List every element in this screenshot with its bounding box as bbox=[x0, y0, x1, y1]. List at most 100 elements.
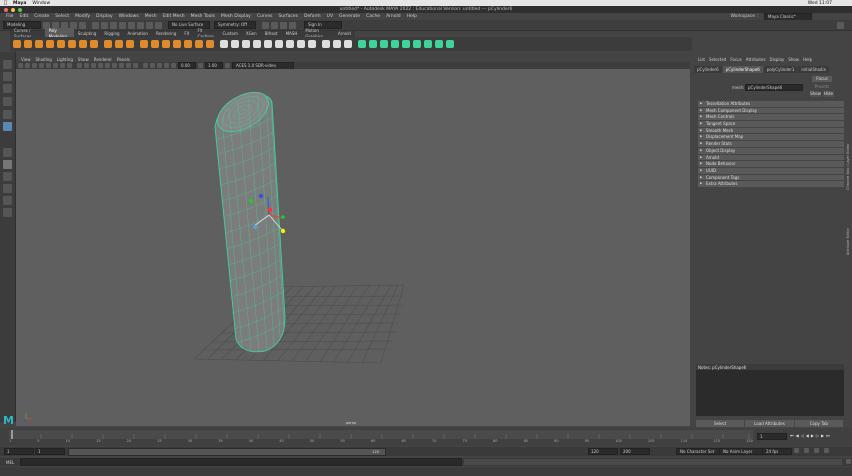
panel-menu-item[interactable]: View bbox=[21, 57, 31, 62]
character-set-dropdown[interactable]: No Character Set bbox=[676, 448, 720, 455]
film-gate-icon[interactable] bbox=[46, 63, 51, 68]
auto-key-icon[interactable] bbox=[804, 448, 809, 453]
anti-aliasing-icon[interactable] bbox=[133, 63, 138, 68]
select-button[interactable]: Select bbox=[696, 419, 745, 427]
ae-menu-item[interactable]: Help bbox=[803, 57, 812, 62]
uv-sew-icon[interactable] bbox=[424, 40, 432, 48]
menu-item[interactable]: Deform bbox=[304, 14, 321, 19]
attr-section[interactable]: Displacement Map bbox=[698, 134, 844, 141]
mel-label[interactable]: MEL bbox=[6, 460, 20, 465]
menu-item[interactable]: Edit bbox=[20, 14, 29, 19]
render-settings-icon[interactable] bbox=[280, 21, 287, 29]
multi-cut-icon[interactable] bbox=[275, 40, 283, 48]
lights-icon[interactable] bbox=[105, 63, 110, 68]
ae-menu-item[interactable]: List bbox=[698, 57, 705, 62]
select-hierarchy-icon[interactable] bbox=[92, 21, 99, 29]
notes-textarea[interactable] bbox=[696, 370, 844, 416]
camera-attributes-icon[interactable] bbox=[18, 63, 23, 68]
attr-section[interactable]: Render Stats bbox=[698, 141, 844, 147]
animation-end-field[interactable]: 200 bbox=[620, 448, 650, 455]
anim-layer-dropdown[interactable]: No Anim Layer bbox=[719, 448, 763, 455]
load-attributes-button[interactable]: Load Attributes bbox=[745, 419, 794, 427]
ambient-occlusion-icon[interactable] bbox=[119, 63, 124, 68]
attr-section[interactable]: Mesh Component Display bbox=[698, 107, 844, 114]
uv-auto-icon[interactable] bbox=[391, 40, 399, 48]
animation-start-field[interactable]: 1 bbox=[4, 448, 34, 455]
gate-mask-icon[interactable] bbox=[60, 63, 65, 68]
field-chart-icon[interactable] bbox=[67, 63, 72, 68]
image-plane-icon[interactable] bbox=[32, 63, 37, 68]
camera-bookmark-icon[interactable] bbox=[25, 63, 30, 68]
bridge-icon[interactable] bbox=[242, 40, 250, 48]
menu-item[interactable]: Mesh Display bbox=[221, 14, 251, 19]
xray-joints-icon[interactable] bbox=[157, 63, 162, 68]
step-back-frame-icon[interactable]: ◁ bbox=[801, 433, 804, 438]
super-shape-icon[interactable] bbox=[104, 40, 112, 48]
uv-cylindrical-icon[interactable] bbox=[369, 40, 377, 48]
fill-hole-icon[interactable] bbox=[253, 40, 261, 48]
current-time-marker[interactable] bbox=[11, 430, 13, 439]
play-back-icon[interactable]: ◀ bbox=[806, 433, 809, 438]
menu-item[interactable]: Mesh bbox=[145, 14, 157, 19]
poly-plane-icon[interactable] bbox=[68, 40, 76, 48]
grid-toggle-icon[interactable] bbox=[39, 63, 44, 68]
menu-item[interactable]: Curves bbox=[257, 14, 273, 19]
hide-button[interactable]: Hide bbox=[823, 91, 834, 97]
menu-item[interactable]: Help bbox=[407, 14, 417, 19]
attr-section[interactable]: Component Tags bbox=[698, 174, 844, 181]
focus-button[interactable]: Focus bbox=[812, 76, 832, 82]
node-tab[interactable]: pCylinder6 bbox=[694, 66, 722, 73]
lasso-tool-icon[interactable] bbox=[3, 72, 12, 81]
presets-button[interactable]: Presets bbox=[812, 84, 832, 90]
app-menu[interactable]: Maya bbox=[13, 1, 26, 6]
cylinder-mesh[interactable] bbox=[211, 84, 286, 353]
separate-icon[interactable] bbox=[151, 40, 159, 48]
attr-section[interactable]: Node Behavior bbox=[698, 161, 844, 167]
playback-start-field[interactable]: 1 bbox=[35, 448, 65, 455]
color-management-icon[interactable] bbox=[225, 63, 230, 68]
uv-cut-icon[interactable] bbox=[413, 40, 421, 48]
window-menu[interactable]: Window bbox=[32, 1, 50, 6]
menu-item[interactable]: UV bbox=[327, 14, 333, 19]
uv-planar-icon[interactable] bbox=[358, 40, 366, 48]
channel-box-side-tab[interactable]: Channel Box / Layer Editor bbox=[846, 100, 850, 190]
attr-section[interactable]: Object Display bbox=[698, 147, 844, 154]
ae-menu-item[interactable]: Attributes bbox=[746, 57, 766, 62]
shadows-icon[interactable] bbox=[112, 63, 117, 68]
poly-cylinder-icon[interactable] bbox=[35, 40, 43, 48]
poly-cube-icon[interactable] bbox=[24, 40, 32, 48]
fps-dropdown[interactable]: 24 fps bbox=[762, 448, 792, 455]
show-button[interactable]: Show bbox=[810, 91, 821, 97]
graph-layout-icon[interactable] bbox=[3, 196, 12, 205]
snap-grid-icon[interactable] bbox=[119, 21, 126, 29]
range-end-handle[interactable]: 120 bbox=[372, 449, 379, 455]
loop-icon[interactable] bbox=[794, 448, 799, 453]
scale-tool-icon[interactable] bbox=[3, 122, 12, 131]
combine-icon[interactable] bbox=[140, 40, 148, 48]
poly-disc-icon[interactable] bbox=[79, 40, 87, 48]
step-forward-key-icon[interactable]: ▶ bbox=[821, 433, 824, 438]
step-forward-frame-icon[interactable]: ▷ bbox=[816, 433, 819, 438]
retopo-icon[interactable] bbox=[206, 40, 214, 48]
play-forward-icon[interactable]: ▶ bbox=[811, 433, 814, 438]
attr-section[interactable]: Tangent Space bbox=[698, 121, 844, 127]
menu-item[interactable]: Generate bbox=[339, 14, 360, 19]
isolate-select-icon[interactable] bbox=[143, 63, 148, 68]
xray-icon[interactable] bbox=[150, 63, 155, 68]
ipr-render-icon[interactable] bbox=[271, 21, 278, 29]
attr-section[interactable]: UUID bbox=[698, 167, 844, 174]
gamma-field[interactable]: 1.00 bbox=[205, 62, 223, 69]
menu-item[interactable]: Arnold bbox=[386, 14, 401, 19]
append-polygon-icon[interactable] bbox=[264, 40, 272, 48]
menu-item[interactable]: Edit Mesh bbox=[163, 14, 185, 19]
paint-select-icon[interactable] bbox=[3, 84, 12, 93]
attr-section[interactable]: Smooth Mesh bbox=[698, 127, 844, 134]
connect-icon[interactable] bbox=[297, 40, 305, 48]
zoom-window-button[interactable] bbox=[18, 7, 22, 12]
gamma-icon[interactable] bbox=[198, 63, 203, 68]
preferences-icon[interactable] bbox=[824, 448, 829, 453]
menu-item[interactable]: Surfaces bbox=[278, 14, 298, 19]
panel-menu-item[interactable]: Renderer bbox=[94, 57, 112, 62]
menu-item[interactable]: Display bbox=[96, 14, 113, 19]
bevel-icon[interactable] bbox=[231, 40, 239, 48]
